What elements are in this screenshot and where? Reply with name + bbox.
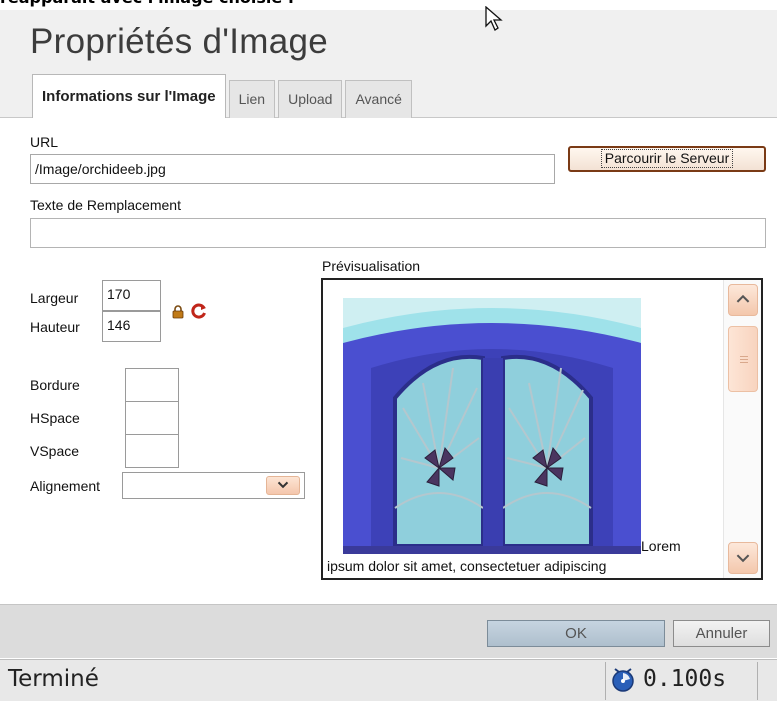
- height-input[interactable]: 146: [102, 311, 161, 342]
- width-label: Largeur: [30, 290, 79, 306]
- status-text: Terminé: [8, 666, 99, 692]
- scroll-thumb[interactable]: [728, 326, 758, 392]
- tab-advanced[interactable]: Avancé: [345, 80, 412, 118]
- dialog-title: Propriétés d'Image: [30, 22, 329, 61]
- tab-image-info[interactable]: Informations sur l'Image: [32, 74, 226, 118]
- preview-label: Prévisualisation: [322, 258, 421, 274]
- border-label: Bordure: [30, 377, 80, 393]
- status-divider: [605, 662, 606, 700]
- browse-server-label: Parcourir le Serveur: [600, 149, 734, 168]
- scroll-up-button[interactable]: [728, 284, 758, 316]
- chevron-up-icon: [736, 294, 750, 303]
- preview-pane: Lorem ipsum dolor sit amet, consectetuer…: [321, 278, 763, 580]
- status-time: 0.100s: [643, 666, 727, 692]
- browse-server-button[interactable]: Parcourir le Serveur: [568, 146, 766, 172]
- align-select[interactable]: [122, 472, 305, 499]
- alt-text-label: Texte de Remplacement: [30, 197, 181, 213]
- border-input[interactable]: [125, 368, 179, 402]
- lock-ratio-icon[interactable]: [172, 305, 184, 319]
- dialog-footer: OK Annuler: [0, 604, 777, 658]
- mouse-cursor-icon: [485, 6, 503, 31]
- preview-text-line-2: ipsum dolor sit amet, consectetuer adipi…: [327, 558, 607, 574]
- preview-text-line-1: Lorem: [641, 538, 681, 554]
- tab-bar: Informations sur l'Image Lien Upload Ava…: [32, 74, 415, 118]
- vspace-label: VSpace: [30, 443, 80, 459]
- tab-upload[interactable]: Upload: [278, 80, 343, 118]
- align-label: Alignement: [30, 478, 101, 494]
- hspace-input[interactable]: [125, 401, 179, 435]
- dialog-header: Propriétés d'Image Informations sur l'Im…: [0, 10, 777, 118]
- hspace-label: HSpace: [30, 410, 80, 426]
- status-bar: Terminé 0.100s: [0, 659, 777, 701]
- cancel-button[interactable]: Annuler: [673, 620, 770, 647]
- height-label: Hauteur: [30, 319, 80, 335]
- reset-size-icon[interactable]: [191, 303, 207, 319]
- preview-scrollbar[interactable]: [723, 280, 761, 578]
- url-label: URL: [30, 134, 59, 150]
- width-input[interactable]: 170: [102, 280, 161, 311]
- align-dropdown-button[interactable]: [266, 476, 300, 495]
- scroll-down-button[interactable]: [728, 542, 758, 574]
- alt-text-input[interactable]: [30, 218, 766, 248]
- preview-image: [343, 298, 641, 554]
- url-input[interactable]: /Image/orchideeb.jpg: [30, 154, 555, 184]
- tab-link[interactable]: Lien: [228, 80, 276, 118]
- ok-button[interactable]: OK: [487, 620, 665, 647]
- chevron-down-icon: [736, 554, 750, 563]
- timer-icon: [612, 668, 634, 692]
- status-divider-right: [757, 662, 758, 700]
- chevron-down-icon: [277, 481, 289, 489]
- vspace-input[interactable]: [125, 434, 179, 468]
